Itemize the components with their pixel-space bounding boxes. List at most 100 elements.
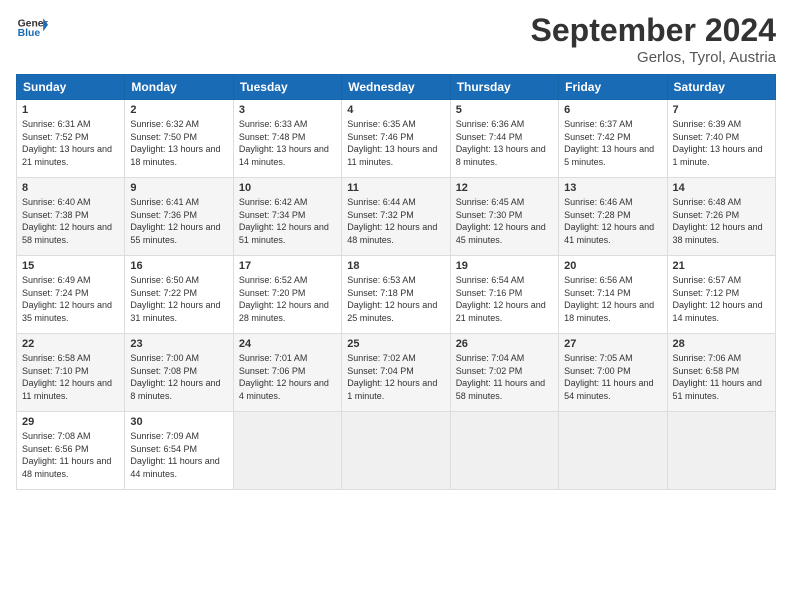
day-info: Sunrise: 6:40 AMSunset: 7:38 PMDaylight:… xyxy=(22,196,119,246)
day-number: 7 xyxy=(673,104,770,116)
month-title: September 2024 xyxy=(531,12,776,49)
table-row: 15 Sunrise: 6:49 AMSunset: 7:24 PMDayligh… xyxy=(17,256,125,334)
day-number: 9 xyxy=(130,182,227,194)
table-row: 22 Sunrise: 6:58 AMSunset: 7:10 PMDayligh… xyxy=(17,334,125,412)
svg-text:Blue: Blue xyxy=(18,28,41,39)
col-saturday: Saturday xyxy=(667,75,775,100)
day-number: 28 xyxy=(673,338,770,350)
day-info: Sunrise: 6:46 AMSunset: 7:28 PMDaylight:… xyxy=(564,196,661,246)
day-number: 22 xyxy=(22,338,119,350)
table-row: 17Sunrise: 6:52 AMSunset: 7:20 PMDayligh… xyxy=(233,256,341,334)
day-info: Sunrise: 6:33 AMSunset: 7:48 PMDaylight:… xyxy=(239,118,336,168)
day-number: 18 xyxy=(347,260,444,272)
day-number: 11 xyxy=(347,182,444,194)
day-info: Sunrise: 6:37 AMSunset: 7:42 PMDaylight:… xyxy=(564,118,661,168)
day-info: Sunrise: 6:50 AMSunset: 7:22 PMDaylight:… xyxy=(130,274,227,324)
day-info: Sunrise: 7:00 AMSunset: 7:08 PMDaylight:… xyxy=(130,352,227,402)
day-info: Sunrise: 6:58 AMSunset: 7:10 PMDaylight:… xyxy=(22,352,119,402)
table-row: 30 Sunrise: 7:09 AMSunset: 6:54 PMDayligh… xyxy=(125,412,233,490)
day-info: Sunrise: 7:04 AMSunset: 7:02 PMDaylight:… xyxy=(456,352,553,402)
table-row: 6 Sunrise: 6:37 AMSunset: 7:42 PMDaylight… xyxy=(559,100,667,178)
table-row: 14 Sunrise: 6:48 AMSunset: 7:26 PMDayligh… xyxy=(667,178,775,256)
logo: General Blue xyxy=(16,12,48,44)
title-block: September 2024 Gerlos, Tyrol, Austria xyxy=(531,12,776,66)
day-info: Sunrise: 6:52 AMSunset: 7:20 PMDaylight:… xyxy=(239,274,336,324)
day-number: 23 xyxy=(130,338,227,350)
day-number: 5 xyxy=(456,104,553,116)
day-info: Sunrise: 6:57 AMSunset: 7:12 PMDaylight:… xyxy=(673,274,770,324)
table-row xyxy=(450,412,558,490)
day-number: 19 xyxy=(456,260,553,272)
day-info: Sunrise: 6:48 AMSunset: 7:26 PMDaylight:… xyxy=(673,196,770,246)
table-row xyxy=(559,412,667,490)
table-row: 3Sunrise: 6:33 AMSunset: 7:48 PMDaylight… xyxy=(233,100,341,178)
day-number: 24 xyxy=(239,338,336,350)
day-number: 16 xyxy=(130,260,227,272)
table-row: 23 Sunrise: 7:00 AMSunset: 7:08 PMDayligh… xyxy=(125,334,233,412)
col-monday: Monday xyxy=(125,75,233,100)
table-row: 20Sunrise: 6:56 AMSunset: 7:14 PMDayligh… xyxy=(559,256,667,334)
calendar: Sunday Monday Tuesday Wednesday Thursday… xyxy=(16,74,776,490)
day-info: Sunrise: 6:42 AMSunset: 7:34 PMDaylight:… xyxy=(239,196,336,246)
table-row: 13 Sunrise: 6:46 AMSunset: 7:28 PMDayligh… xyxy=(559,178,667,256)
table-row: 29 Sunrise: 7:08 AMSunset: 6:56 PMDayligh… xyxy=(17,412,125,490)
table-row: 11 Sunrise: 6:44 AMSunset: 7:32 PMDayligh… xyxy=(342,178,450,256)
table-row xyxy=(667,412,775,490)
col-sunday: Sunday xyxy=(17,75,125,100)
table-row: 8 Sunrise: 6:40 AMSunset: 7:38 PMDaylight… xyxy=(17,178,125,256)
table-row: 2 Sunrise: 6:32 AMSunset: 7:50 PMDaylight… xyxy=(125,100,233,178)
day-info: Sunrise: 6:45 AMSunset: 7:30 PMDaylight:… xyxy=(456,196,553,246)
table-row xyxy=(233,412,341,490)
table-row xyxy=(342,412,450,490)
day-number: 6 xyxy=(564,104,661,116)
day-info: Sunrise: 6:53 AMSunset: 7:18 PMDaylight:… xyxy=(347,274,444,324)
day-number: 29 xyxy=(22,416,119,428)
day-number: 10 xyxy=(239,182,336,194)
day-info: Sunrise: 6:41 AMSunset: 7:36 PMDaylight:… xyxy=(130,196,227,246)
col-thursday: Thursday xyxy=(450,75,558,100)
table-row: 27 Sunrise: 7:05 AMSunset: 7:00 PMDayligh… xyxy=(559,334,667,412)
table-row: 19Sunrise: 6:54 AMSunset: 7:16 PMDayligh… xyxy=(450,256,558,334)
table-row: 18 Sunrise: 6:53 AMSunset: 7:18 PMDayligh… xyxy=(342,256,450,334)
day-number: 21 xyxy=(673,260,770,272)
col-wednesday: Wednesday xyxy=(342,75,450,100)
col-friday: Friday xyxy=(559,75,667,100)
table-row: 28 Sunrise: 7:06 AMSunset: 6:58 PMDayligh… xyxy=(667,334,775,412)
logo-icon: General Blue xyxy=(16,12,48,44)
calendar-week-2: 8 Sunrise: 6:40 AMSunset: 7:38 PMDaylight… xyxy=(17,178,776,256)
table-row: 25Sunrise: 7:02 AMSunset: 7:04 PMDayligh… xyxy=(342,334,450,412)
day-info: Sunrise: 6:32 AMSunset: 7:50 PMDaylight:… xyxy=(130,118,227,168)
day-info: Sunrise: 6:35 AMSunset: 7:46 PMDaylight:… xyxy=(347,118,444,168)
day-info: Sunrise: 7:08 AMSunset: 6:56 PMDaylight:… xyxy=(22,430,119,480)
day-info: Sunrise: 6:31 AMSunset: 7:52 PMDaylight:… xyxy=(22,118,119,168)
day-number: 27 xyxy=(564,338,661,350)
table-row: 16 Sunrise: 6:50 AMSunset: 7:22 PMDayligh… xyxy=(125,256,233,334)
table-row: 9 Sunrise: 6:41 AMSunset: 7:36 PMDaylight… xyxy=(125,178,233,256)
table-row: 5 Sunrise: 6:36 AMSunset: 7:44 PMDaylight… xyxy=(450,100,558,178)
day-number: 8 xyxy=(22,182,119,194)
day-number: 30 xyxy=(130,416,227,428)
calendar-week-1: 1Sunrise: 6:31 AMSunset: 7:52 PMDaylight… xyxy=(17,100,776,178)
day-number: 20 xyxy=(564,260,661,272)
calendar-week-5: 29 Sunrise: 7:08 AMSunset: 6:56 PMDayligh… xyxy=(17,412,776,490)
day-number: 14 xyxy=(673,182,770,194)
header-row: Sunday Monday Tuesday Wednesday Thursday… xyxy=(17,75,776,100)
day-info: Sunrise: 7:09 AMSunset: 6:54 PMDaylight:… xyxy=(130,430,227,480)
day-number: 4 xyxy=(347,104,444,116)
location: Gerlos, Tyrol, Austria xyxy=(531,49,776,66)
day-number: 13 xyxy=(564,182,661,194)
day-number: 2 xyxy=(130,104,227,116)
day-info: Sunrise: 6:44 AMSunset: 7:32 PMDaylight:… xyxy=(347,196,444,246)
day-info: Sunrise: 6:39 AMSunset: 7:40 PMDaylight:… xyxy=(673,118,770,168)
day-info: Sunrise: 7:06 AMSunset: 6:58 PMDaylight:… xyxy=(673,352,770,402)
day-info: Sunrise: 6:36 AMSunset: 7:44 PMDaylight:… xyxy=(456,118,553,168)
table-row: 12Sunrise: 6:45 AMSunset: 7:30 PMDayligh… xyxy=(450,178,558,256)
table-row: 24Sunrise: 7:01 AMSunset: 7:06 PMDayligh… xyxy=(233,334,341,412)
day-info: Sunrise: 6:49 AMSunset: 7:24 PMDaylight:… xyxy=(22,274,119,324)
header: General Blue September 2024 Gerlos, Tyro… xyxy=(16,12,776,66)
table-row: 4 Sunrise: 6:35 AMSunset: 7:46 PMDaylight… xyxy=(342,100,450,178)
col-tuesday: Tuesday xyxy=(233,75,341,100)
table-row: 7 Sunrise: 6:39 AMSunset: 7:40 PMDaylight… xyxy=(667,100,775,178)
day-info: Sunrise: 7:05 AMSunset: 7:00 PMDaylight:… xyxy=(564,352,661,402)
day-number: 15 xyxy=(22,260,119,272)
